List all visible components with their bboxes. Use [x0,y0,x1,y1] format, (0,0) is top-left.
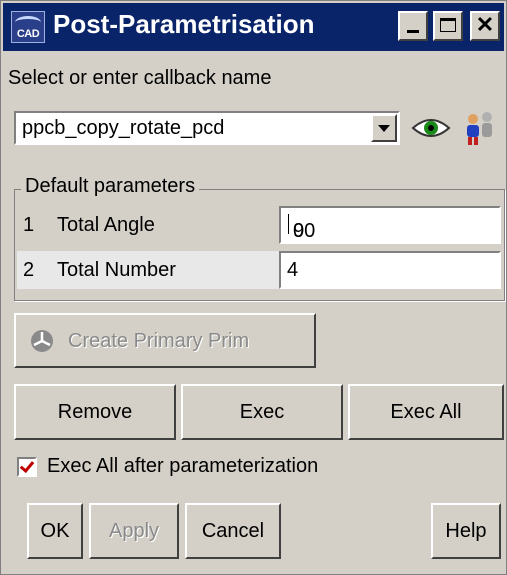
total-angle-field[interactable]: 90 0 [279,206,501,244]
primitive-icon [31,330,53,352]
app-logo-text: CAD [16,28,40,40]
minimize-button[interactable] [398,11,428,41]
eye-icon[interactable] [411,116,451,140]
title-bar[interactable]: CAD Post-Parametrisation ✕ [3,3,504,51]
default-parameters-label: Default parameters [21,175,200,198]
chevron-down-icon[interactable] [371,114,397,142]
exec-all-after-checkbox[interactable] [17,457,37,477]
create-primary-prim-label: Create Primary Prim [68,330,250,352]
callback-value[interactable]: ppcb_copy_rotate_pcd [22,117,224,140]
users-icon[interactable] [459,109,499,147]
total-number-field[interactable]: 4 [279,251,501,289]
param-index: 2 [23,259,35,281]
ok-button[interactable]: OK [27,503,83,559]
text-cursor [288,214,289,234]
minimize-icon [407,30,419,33]
close-icon: ✕ [475,12,495,37]
exec-button[interactable]: Exec [181,384,343,440]
app-logo-icon: CAD [11,11,45,43]
param-index: 1 [23,214,35,236]
maximize-icon [440,18,456,32]
exec-all-after-label[interactable]: Exec All after parameterization [47,455,318,478]
remove-button[interactable]: Remove [14,384,176,440]
param-name: Total Angle [57,214,155,236]
maximize-button[interactable] [433,11,463,41]
callback-combobox[interactable]: ppcb_copy_rotate_pcd [14,111,400,145]
exec-all-button[interactable]: Exec All [348,384,504,440]
param-row: 1 Total Angle 90 0 [17,206,501,244]
cancel-button[interactable]: Cancel [185,503,281,559]
window-title: Post-Parametrisation [53,9,315,39]
post-parametrisation-window: CAD Post-Parametrisation ✕ Select or ent… [0,0,507,575]
help-button[interactable]: Help [431,503,501,559]
apply-button[interactable]: Apply [89,503,179,559]
callback-prompt: Select or enter callback name [8,67,272,89]
param-name: Total Number [57,259,176,281]
param-row: 2 Total Number 4 [17,251,501,289]
close-button[interactable]: ✕ [470,11,500,41]
create-primary-prim-button[interactable]: Create Primary Prim [14,313,316,368]
